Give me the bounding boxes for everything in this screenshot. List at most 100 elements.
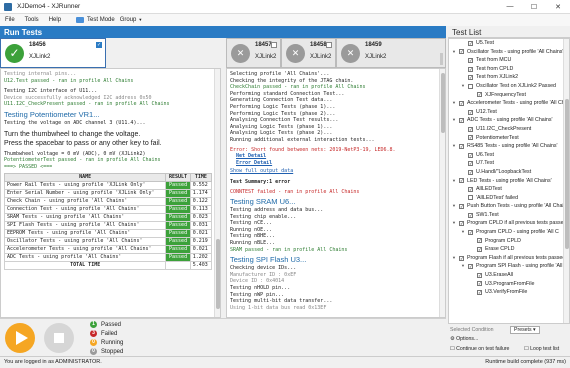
test-list-item[interactable]: ▼ ✓ Program CPLD if all previous tests pas…: [449, 219, 569, 228]
show-full-output-link[interactable]: Show full output data: [230, 168, 442, 175]
board-2-log[interactable]: Selecting profile 'All Chains'... Checki…: [226, 68, 446, 318]
board-1-log[interactable]: Testing internal pins... U12.Test passed…: [0, 68, 221, 318]
menu-help[interactable]: Help: [44, 17, 66, 23]
scroll-thumb[interactable]: [441, 73, 445, 133]
test-list-item[interactable]: ✓ U6.Test: [449, 151, 569, 160]
presets-dropdown[interactable]: Presets ▾: [510, 326, 540, 334]
run-button[interactable]: [5, 323, 35, 353]
chevron-down-icon[interactable]: ▼: [452, 254, 456, 263]
item-checkbox[interactable]: ✓: [468, 161, 473, 167]
card-scrollbar[interactable]: [440, 53, 443, 65]
test-list-item[interactable]: ▼ ✓ Oscillator Tests - using profile 'All …: [449, 48, 569, 57]
board-card-18456[interactable]: ✓ 18456 XJLink2 ✓: [0, 38, 106, 68]
log-scrollbar[interactable]: [439, 69, 445, 317]
scroll-thumb[interactable]: [565, 99, 569, 249]
chevron-down-icon[interactable]: ▼: [452, 99, 456, 108]
board-select-checkbox[interactable]: [271, 42, 277, 48]
chevron-down-icon[interactable]: ▼: [452, 219, 456, 228]
item-checkbox[interactable]: ✓: [477, 290, 482, 296]
item-checkbox[interactable]: ✓: [468, 186, 473, 192]
chevron-down-icon[interactable]: ▼: [452, 202, 456, 211]
test-list-item[interactable]: ✓ PotentiometerTest: [449, 134, 569, 143]
chevron-down-icon[interactable]: ▼: [461, 228, 465, 237]
stop-button[interactable]: [44, 323, 74, 353]
item-checkbox[interactable]: ✓: [468, 152, 473, 158]
test-list-item[interactable]: ✓ Test from CPLD: [449, 65, 569, 74]
loop-test-list-checkbox[interactable]: ☐ Loop test list: [524, 346, 559, 352]
continue-on-failure-checkbox[interactable]: ☐ Continue on test failure: [450, 346, 509, 352]
item-checkbox[interactable]: ✓: [459, 178, 464, 184]
item-checkbox[interactable]: ✓: [468, 212, 473, 218]
log-scrollbar[interactable]: [214, 69, 220, 317]
test-list-item[interactable]: ▼ ✓ RS485 Tests - using profile 'All Chain…: [449, 142, 569, 151]
item-checkbox[interactable]: ✓: [459, 49, 464, 55]
chevron-down-icon[interactable]: ▼: [452, 48, 456, 57]
test-list-item[interactable]: ✓ U.Handl/"LoopbackTest: [449, 168, 569, 177]
item-checkbox[interactable]: ✓: [468, 169, 473, 175]
item-checkbox[interactable]: ✓: [459, 255, 464, 261]
test-list-item[interactable]: ✓ U3.VerifyFromFile: [449, 288, 569, 297]
options-button[interactable]: ⚙ Options...: [450, 336, 478, 342]
group-dropdown[interactable]: Group ▼: [115, 17, 148, 23]
item-checkbox[interactable]: ✓: [459, 221, 464, 227]
board-card-18459[interactable]: ✕ 18459 XJLink2: [336, 38, 446, 68]
item-checkbox[interactable]: ✓: [459, 100, 464, 106]
item-checkbox[interactable]: ✓: [468, 264, 473, 270]
chevron-down-icon[interactable]: ▼: [452, 142, 456, 151]
item-checkbox[interactable]: ✓: [477, 247, 482, 253]
test-list-item[interactable]: ▼ ✓ LED Tests - using profile 'All Chains': [449, 177, 569, 186]
item-checkbox[interactable]: ✓: [468, 135, 473, 141]
scroll-thumb[interactable]: [216, 239, 220, 309]
item-checkbox[interactable]: ✓: [477, 238, 482, 244]
error-detail-link[interactable]: Error Detail: [236, 160, 442, 167]
item-checkbox[interactable]: [468, 195, 473, 201]
test-list-item[interactable]: ✓ U5.Test: [449, 39, 569, 48]
minimize-button[interactable]: —: [498, 3, 522, 11]
test-list-item[interactable]: ✓ XJFrequencyTest: [449, 91, 569, 100]
chevron-down-icon[interactable]: ▼: [461, 82, 465, 91]
chevron-down-icon[interactable]: ▼: [461, 262, 465, 271]
item-checkbox[interactable]: ✓: [477, 92, 482, 98]
tree-scrollbar[interactable]: [563, 39, 569, 323]
close-button[interactable]: ✕: [546, 3, 570, 11]
item-checkbox[interactable]: ✓: [468, 75, 473, 81]
maximize-button[interactable]: ☐: [522, 3, 546, 11]
item-checkbox[interactable]: ✓: [468, 57, 473, 63]
board-select-checkbox[interactable]: [326, 42, 332, 48]
chevron-down-icon[interactable]: ▼: [452, 177, 456, 186]
test-list-item[interactable]: ▼ ✓ ADC Tests - using profile 'All Chains': [449, 116, 569, 125]
test-list-item[interactable]: ✓ U3.EraseAll: [449, 271, 569, 280]
test-list-item[interactable]: ✓ Test from XJLink2: [449, 73, 569, 82]
test-list-item[interactable]: ✓ Test from MCU: [449, 56, 569, 65]
test-list-item[interactable]: ✓ U11.I2C_CheckPresent: [449, 125, 569, 134]
test-list-item[interactable]: ✓ U3.ProgramFromFile: [449, 280, 569, 289]
item-checkbox[interactable]: ✓: [468, 126, 473, 132]
item-checkbox[interactable]: ✓: [477, 281, 482, 287]
test-list-item[interactable]: 'AllLEDTest' failed: [449, 194, 569, 203]
test-list-item[interactable]: ▼ ✓ Accelerometer Tests - using profile 'A…: [449, 99, 569, 108]
menu-file[interactable]: File: [0, 17, 20, 23]
test-list-item[interactable]: ✓ AllLEDTest: [449, 185, 569, 194]
test-list-item[interactable]: ✓ U12.Test: [449, 108, 569, 117]
item-checkbox[interactable]: ✓: [459, 204, 464, 210]
menu-tools[interactable]: Tools: [20, 17, 44, 23]
selected-condition-dropdown[interactable]: Selected Condition: [450, 327, 494, 333]
test-list-item[interactable]: ✓ Erase CPLD: [449, 245, 569, 254]
item-checkbox[interactable]: ✓: [468, 229, 473, 235]
item-checkbox[interactable]: ✓: [468, 40, 473, 46]
board-card-18458[interactable]: ✕ 18458 XJLink2: [281, 38, 336, 68]
board-card-18457[interactable]: ✕ 18457 XJLink2: [226, 38, 281, 68]
net-detail-link[interactable]: Net Detail: [236, 153, 442, 160]
item-checkbox[interactable]: [468, 83, 473, 89]
item-checkbox[interactable]: ✓: [459, 143, 464, 149]
item-checkbox[interactable]: ✓: [459, 118, 464, 124]
board-select-checkbox[interactable]: ✓: [96, 42, 102, 48]
test-list-item[interactable]: ▼ ✓ Program Flash if all previous tests pa…: [449, 254, 569, 263]
test-list-item[interactable]: ▼ ✓ Push Button Tests - using profile 'All…: [449, 202, 569, 211]
test-list-item[interactable]: ✓ U7.Test: [449, 159, 569, 168]
item-checkbox[interactable]: ✓: [468, 109, 473, 115]
test-list-item[interactable]: ▼ Oscillator Test on XJLink2 Passed: [449, 82, 569, 91]
test-list-item[interactable]: ▼ ✓ Program SPI Flash - using profile 'All…: [449, 262, 569, 271]
test-list-item[interactable]: ✓ SW1.Test: [449, 211, 569, 220]
chevron-down-icon[interactable]: ▼: [452, 116, 456, 125]
